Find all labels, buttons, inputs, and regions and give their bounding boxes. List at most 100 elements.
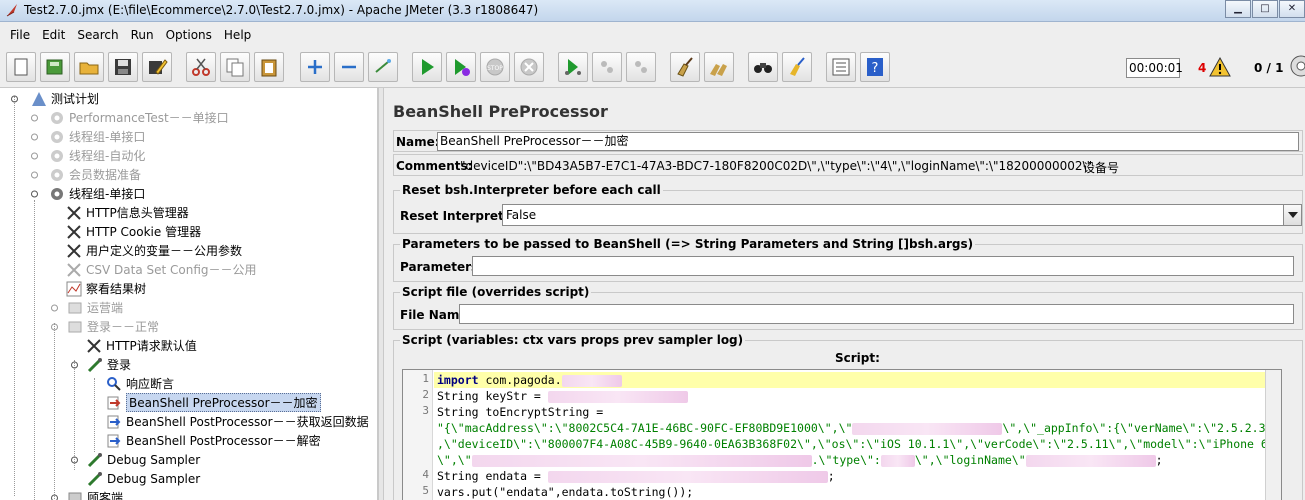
script-scrollbar[interactable]: [1265, 370, 1281, 500]
expand-toggle-icon[interactable]: [50, 300, 59, 316]
tree-node-header-manager[interactable]: HTTP信息头管理器: [66, 203, 189, 222]
tree-node-test-plan[interactable]: 测试计划: [10, 89, 99, 108]
gear-icon: [51, 168, 63, 181]
reset-interpreter-group: Reset bsh.Interpreter before each call R…: [393, 183, 1303, 234]
menu-run[interactable]: Run: [125, 28, 160, 42]
cut-button[interactable]: [186, 52, 216, 82]
collapse-toggle-icon[interactable]: [70, 357, 79, 373]
remote-stop-button[interactable]: [592, 52, 622, 82]
tree-node-http-defaults[interactable]: HTTP请求默认值: [86, 336, 197, 355]
elapsed-time: 00:00:01: [1126, 58, 1183, 78]
tree-node-debug-sampler[interactable]: Debug Sampler: [87, 469, 200, 488]
new-button[interactable]: [6, 52, 36, 82]
expand-toggle-icon[interactable]: [30, 148, 39, 164]
parameters-input[interactable]: [472, 256, 1294, 276]
copy-button[interactable]: [220, 52, 250, 82]
remote-shutdown-button[interactable]: [626, 52, 656, 82]
reset-search-broom-icon: [790, 57, 805, 76]
script-editor[interactable]: 1 2 3 4 5 import com.pagoda. String keyS…: [402, 369, 1282, 500]
tree-node-thread-group[interactable]: 线程组-单接口: [30, 127, 145, 146]
gear-icon[interactable]: [1289, 54, 1305, 78]
tree-node-beanshell-postprocessor[interactable]: BeanShell PostProcessor－－解密: [106, 431, 321, 450]
collapse-toggle-icon[interactable]: [10, 91, 19, 107]
maximize-button[interactable]: □: [1252, 0, 1278, 18]
close-button[interactable]: ✕: [1279, 0, 1305, 18]
reset-search-button[interactable]: [782, 52, 812, 82]
save-button[interactable]: [108, 52, 138, 82]
paste-button[interactable]: [254, 52, 284, 82]
line-number: 5: [422, 484, 429, 497]
menu-file[interactable]: File: [4, 28, 36, 42]
tree-node-csv-data-set[interactable]: CSV Data Set Config－－公用: [66, 260, 257, 279]
wrench-icon: [67, 205, 81, 220]
minimize-button[interactable]: ▁: [1225, 0, 1251, 18]
collapse-toggle-icon[interactable]: [50, 319, 59, 335]
tree-node-controller[interactable]: 登录－－正常: [50, 317, 159, 336]
expand-toggle-icon[interactable]: [30, 129, 39, 145]
tree-node-results-tree[interactable]: 察看结果树: [66, 279, 146, 298]
tree-node-controller[interactable]: 运营端: [50, 298, 123, 317]
toolbar: STOP ? 00:00:01 4 0 / 1: [0, 48, 1305, 88]
chevron-down-icon[interactable]: [1283, 205, 1301, 225]
menu-edit[interactable]: Edit: [36, 28, 71, 42]
tree-node-thread-group[interactable]: 线程组-单接口: [30, 184, 145, 203]
shutdown-button[interactable]: [514, 52, 544, 82]
postprocessor-arrow-icon: [107, 434, 121, 447]
tree-node-beanshell-postprocessor[interactable]: BeanShell PostProcessor－－获取返回数据: [106, 412, 369, 431]
tree-node-thread-group[interactable]: 会员数据准备: [30, 165, 141, 184]
wrench-icon: [67, 243, 81, 258]
tree-node-beanshell-preprocessor[interactable]: BeanShell PreProcessor－－加密: [106, 393, 321, 412]
script-file-group: Script file (overrides script) File Name…: [393, 285, 1303, 330]
collapse-all-button[interactable]: [334, 52, 364, 82]
collapse-toggle-icon[interactable]: [30, 186, 39, 202]
clear-button[interactable]: [670, 52, 700, 82]
plus-icon: [308, 60, 322, 74]
search-button[interactable]: [748, 52, 778, 82]
expand-toggle-icon[interactable]: [70, 452, 79, 468]
save-as-button[interactable]: [142, 52, 172, 82]
list-icon: [832, 58, 850, 76]
panel-splitter[interactable]: [378, 88, 384, 500]
collapse-toggle-icon[interactable]: [50, 490, 59, 500]
help-button[interactable]: ?: [860, 52, 890, 82]
expand-all-button[interactable]: [300, 52, 330, 82]
tree-node-login-sampler[interactable]: 登录: [70, 355, 131, 374]
start-button[interactable]: [412, 52, 442, 82]
tree-node-cookie-manager[interactable]: HTTP Cookie 管理器: [66, 222, 201, 241]
menu-options[interactable]: Options: [160, 28, 218, 42]
menu-search[interactable]: Search: [71, 28, 124, 42]
tree-node-thread-group[interactable]: 线程组-自动化: [30, 146, 145, 165]
line-number: 4: [422, 468, 429, 481]
redacted-text: [1025, 454, 1156, 467]
tree-node-debug-sampler[interactable]: Debug Sampler: [70, 450, 200, 469]
stop-button[interactable]: STOP: [480, 52, 510, 82]
tree-node-user-variables[interactable]: 用户定义的变量－－公用参数: [66, 241, 242, 260]
name-input[interactable]: BeanShell PreProcessor－－加密: [437, 132, 1299, 151]
play-icon: [422, 59, 434, 75]
menu-help[interactable]: Help: [218, 28, 257, 42]
file-name-input[interactable]: [459, 304, 1294, 324]
templates-button[interactable]: [40, 52, 70, 82]
toggle-button[interactable]: [368, 52, 398, 82]
scissors-icon: [192, 58, 210, 76]
open-button[interactable]: [74, 52, 104, 82]
redacted-text: [852, 422, 1003, 435]
expand-toggle-icon[interactable]: [30, 110, 39, 126]
clear-all-button[interactable]: [704, 52, 734, 82]
remote-start-button[interactable]: [558, 52, 588, 82]
tree-node-controller[interactable]: 顾客端: [50, 488, 123, 500]
start-no-timers-button[interactable]: [446, 52, 476, 82]
controller-icon: [68, 492, 82, 500]
comments-input[interactable]: "deviceID":\"BD43A5B7-E7C1-47A3-BDC7-180…: [460, 159, 1092, 173]
script-group-title: Script (variables: ctx vars props prev s…: [400, 333, 746, 347]
wrench-icon: [67, 224, 81, 239]
folder-open-icon: [79, 62, 99, 75]
tree-node-thread-group[interactable]: PerformanceTest－－单接口: [30, 108, 229, 127]
minus-icon: [342, 65, 356, 69]
expand-toggle-icon[interactable]: [30, 167, 39, 183]
warning-icon[interactable]: [1209, 57, 1231, 77]
tree-node-response-assertion[interactable]: 响应断言: [106, 374, 174, 393]
save-as-pencil-icon: [149, 59, 168, 75]
reset-interpreter-select[interactable]: False: [502, 204, 1302, 226]
function-helper-button[interactable]: [826, 52, 856, 82]
